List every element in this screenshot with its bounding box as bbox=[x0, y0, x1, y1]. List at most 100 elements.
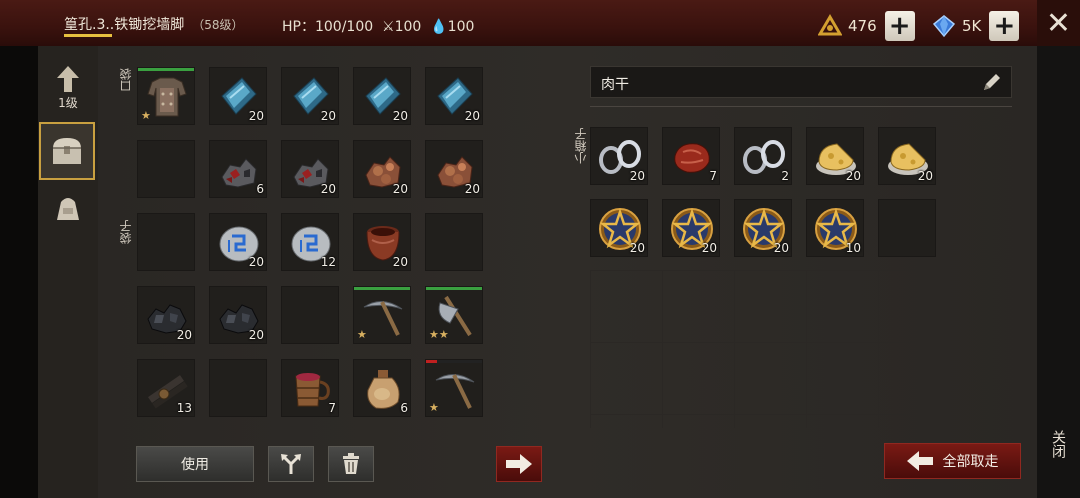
item-count: 20 bbox=[464, 109, 480, 123]
item-count: 10 bbox=[845, 241, 861, 255]
bag-label: 袋子 bbox=[119, 220, 133, 244]
durability-bar bbox=[426, 360, 482, 363]
inventory-slot[interactable]: 20 bbox=[878, 127, 936, 185]
inventory-slot[interactable]: ★ bbox=[137, 67, 195, 125]
add-currency2-button[interactable]: + bbox=[989, 11, 1020, 41]
empty-slot[interactable] bbox=[878, 199, 936, 257]
sidebar: 1级 bbox=[38, 46, 98, 498]
inventory-slot[interactable]: 20 bbox=[662, 199, 720, 257]
item-name: 肉干 bbox=[601, 77, 629, 93]
currency2-value: 5K bbox=[962, 17, 982, 35]
currency1-value: 476 bbox=[848, 17, 877, 35]
empty-slot[interactable] bbox=[281, 286, 339, 344]
durability-bar bbox=[138, 68, 194, 71]
backpack-icon bbox=[57, 198, 79, 220]
item-count: 6 bbox=[400, 401, 408, 415]
xp-bar bbox=[64, 34, 112, 37]
resource-currency1: 476 + bbox=[818, 11, 915, 41]
inventory-slot[interactable]: 20 bbox=[209, 67, 267, 125]
inventory-slot[interactable]: 10 bbox=[806, 199, 864, 257]
inventory-slot[interactable]: 13 bbox=[137, 359, 195, 417]
inventory-slot[interactable]: 20 bbox=[590, 199, 648, 257]
item-count: 20 bbox=[464, 182, 480, 196]
inventory-slot[interactable]: 7 bbox=[281, 359, 339, 417]
character-level: （58级） bbox=[192, 18, 244, 32]
inventory-slot[interactable]: 12 bbox=[281, 213, 339, 271]
empty-slot[interactable] bbox=[425, 213, 483, 271]
inventory-slot[interactable]: 20 bbox=[806, 127, 864, 185]
character-title: 篁孔.3..铁锄挖墙脚 （58级） bbox=[64, 14, 244, 34]
split-arrows-icon bbox=[281, 454, 301, 474]
inventory-slot[interactable]: 2 bbox=[734, 127, 792, 185]
top-bar: 篁孔.3..铁锄挖墙脚 （58级） HP：100/100 ⚔100 💧100 47… bbox=[0, 0, 1080, 48]
pencil-icon[interactable] bbox=[981, 71, 1003, 93]
item-count: 20 bbox=[248, 255, 264, 269]
inventory-slot[interactable]: 6 bbox=[209, 140, 267, 198]
use-button[interactable]: 使用 bbox=[136, 446, 254, 482]
box-empty-area bbox=[590, 270, 950, 428]
item-count: 20 bbox=[320, 182, 336, 196]
resource-currency2: 5K + bbox=[932, 11, 1020, 41]
backpack-tab[interactable] bbox=[38, 194, 98, 224]
arrow-left-icon bbox=[906, 451, 933, 471]
inventory-slot[interactable]: 7 bbox=[662, 127, 720, 185]
stats-readout: HP：100/100 ⚔100 💧100 bbox=[282, 16, 474, 36]
inventory-slot[interactable]: 20 bbox=[353, 67, 411, 125]
inventory-slot[interactable]: 20 bbox=[425, 67, 483, 125]
item-count: 20 bbox=[845, 169, 861, 183]
inventory-slot[interactable]: 20 bbox=[353, 140, 411, 198]
close-icon[interactable]: ✕ bbox=[1037, 0, 1080, 46]
inventory-slot[interactable]: 20 bbox=[209, 286, 267, 344]
item-stars: ★ bbox=[429, 401, 439, 414]
inventory-slot[interactable]: 20 bbox=[590, 127, 648, 185]
pocket-label: 口袋 bbox=[119, 68, 133, 92]
item-count: 2 bbox=[781, 169, 789, 183]
item-count: 7 bbox=[709, 169, 717, 183]
character-name: 篁孔.3..铁锄挖墙脚 bbox=[64, 17, 185, 33]
item-count: 6 bbox=[256, 182, 264, 196]
close-button[interactable]: 关闭 bbox=[1048, 430, 1068, 458]
item-count: 20 bbox=[701, 241, 717, 255]
item-count: 20 bbox=[392, 255, 408, 269]
left-edge bbox=[0, 46, 38, 498]
empty-slot[interactable] bbox=[137, 213, 195, 271]
split-button[interactable] bbox=[268, 446, 314, 482]
add-currency1-button[interactable]: + bbox=[884, 11, 915, 41]
level-up-label: 1级 bbox=[58, 96, 78, 110]
chest-tab[interactable] bbox=[39, 122, 95, 180]
inventory-slot[interactable]: 20 bbox=[734, 199, 792, 257]
item-count: 20 bbox=[917, 169, 933, 183]
water-text: 💧100 bbox=[430, 19, 475, 35]
empty-slot[interactable] bbox=[137, 140, 195, 198]
take-all-button[interactable]: 全部取走 bbox=[884, 443, 1021, 479]
inventory-slot[interactable]: ★ bbox=[353, 286, 411, 344]
item-count: 20 bbox=[176, 328, 192, 342]
divider bbox=[590, 106, 1012, 107]
inventory-slot[interactable]: 6 bbox=[353, 359, 411, 417]
inventory-slot[interactable]: 20 bbox=[281, 67, 339, 125]
empty-slot[interactable] bbox=[209, 359, 267, 417]
inventory-slot[interactable]: ★ bbox=[425, 359, 483, 417]
durability-bar bbox=[426, 287, 482, 290]
item-count: 20 bbox=[773, 241, 789, 255]
inventory-slot[interactable]: 20 bbox=[425, 140, 483, 198]
inventory-slot[interactable]: 20 bbox=[137, 286, 195, 344]
level-up-button[interactable]: 1级 bbox=[38, 66, 98, 111]
inventory-slot[interactable]: 20 bbox=[209, 213, 267, 271]
inventory-slot[interactable]: ★★ bbox=[425, 286, 483, 344]
item-count: 20 bbox=[392, 109, 408, 123]
treasure-chest-icon bbox=[53, 138, 81, 164]
durability-bar bbox=[354, 287, 410, 290]
inventory-slot[interactable]: 20 bbox=[281, 140, 339, 198]
item-count: 20 bbox=[248, 109, 264, 123]
item-count: 20 bbox=[629, 169, 645, 183]
item-count: 20 bbox=[629, 241, 645, 255]
transfer-right-button[interactable] bbox=[496, 446, 542, 482]
item-name-bar[interactable]: 肉干 bbox=[590, 66, 1012, 98]
gem-icon bbox=[932, 15, 956, 38]
discard-button[interactable] bbox=[328, 446, 374, 482]
item-stars: ★★ bbox=[429, 328, 449, 341]
inventory-slot[interactable]: 20 bbox=[353, 213, 411, 271]
item-count: 20 bbox=[392, 182, 408, 196]
use-button-label: 使用 bbox=[181, 457, 209, 473]
